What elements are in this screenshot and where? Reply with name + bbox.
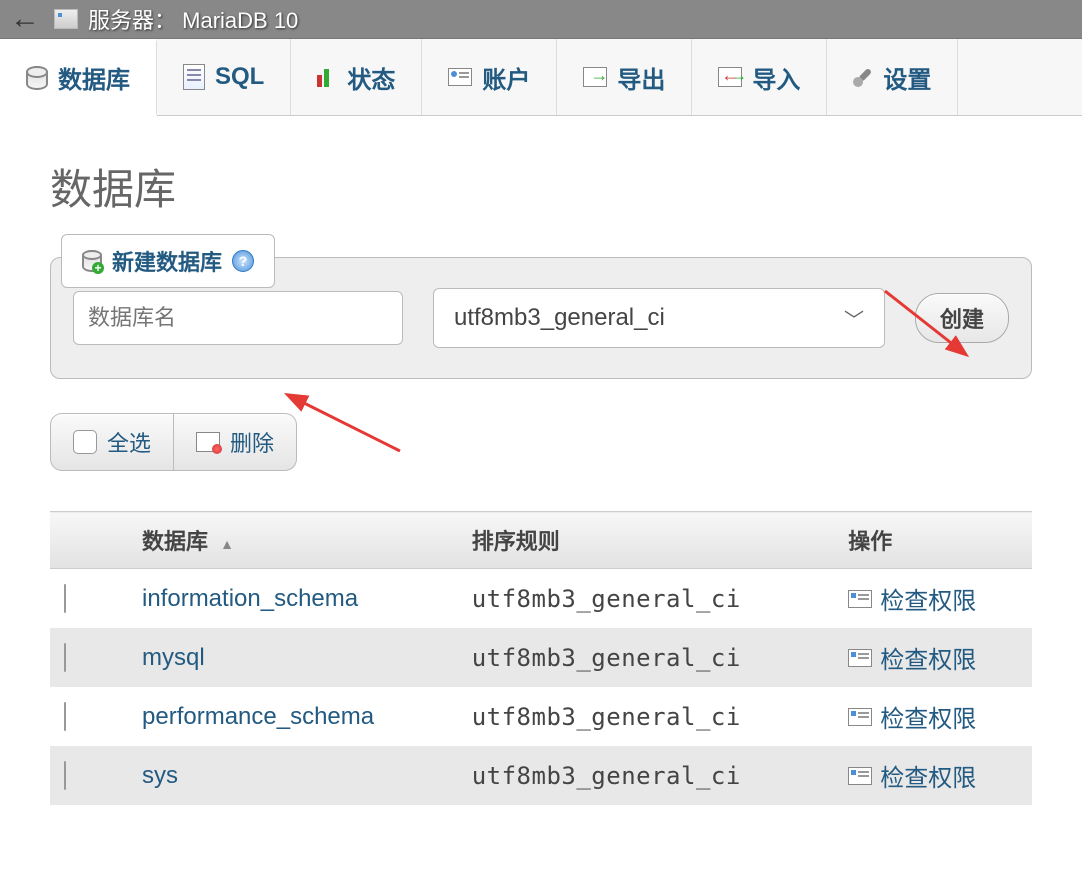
- delete-action[interactable]: 删除: [173, 414, 296, 470]
- tab-label: 数据库: [58, 60, 130, 95]
- batch-actions: 全选 删除: [50, 413, 297, 471]
- import-icon: [718, 67, 742, 87]
- server-bar: ← 服务器： MariaDB 10: [0, 0, 1082, 39]
- tab-label: 状态: [347, 60, 395, 95]
- tab-export[interactable]: 导出: [557, 39, 692, 115]
- table-row: sys utf8mb3_general_ci 检查权限: [50, 746, 1032, 805]
- priv-label: 检查权限: [880, 640, 976, 675]
- th-checkbox: [50, 512, 128, 569]
- th-database-label: 数据库: [142, 529, 208, 554]
- db-link[interactable]: information_schema: [142, 585, 358, 612]
- server-icon: [54, 9, 78, 29]
- delete-label: 删除: [230, 426, 274, 458]
- row-checkbox[interactable]: [64, 643, 66, 672]
- db-link[interactable]: performance_schema: [142, 703, 374, 730]
- tab-bar: 数据库 SQL 状态 账户 导出 导入 设置: [0, 39, 1082, 116]
- delete-icon: [196, 432, 220, 452]
- page-title: 数据库: [50, 156, 1032, 217]
- select-all-action[interactable]: 全选: [51, 414, 173, 470]
- server-label-prefix: 服务器：: [88, 8, 176, 33]
- sql-icon: [183, 64, 205, 90]
- tab-accounts[interactable]: 账户: [422, 39, 557, 115]
- back-button[interactable]: ←: [6, 2, 44, 36]
- collation-value: utf8mb3_general_ci: [454, 304, 665, 332]
- sort-asc-icon: ▲: [220, 536, 234, 552]
- tab-sql[interactable]: SQL: [157, 39, 291, 115]
- check-privileges-link[interactable]: 检查权限: [848, 699, 1018, 734]
- privileges-icon: [848, 649, 872, 667]
- help-icon[interactable]: [232, 250, 254, 272]
- create-db-fieldset: + 新建数据库 utf8mb3_general_ci ﹀ 创建: [50, 257, 1032, 379]
- table-row: performance_schema utf8mb3_general_ci 检查…: [50, 687, 1032, 746]
- tab-label: 账户: [482, 60, 530, 95]
- priv-label: 检查权限: [880, 758, 976, 793]
- tab-label: SQL: [215, 63, 264, 91]
- db-link[interactable]: mysql: [142, 644, 205, 671]
- select-all-label: 全选: [107, 426, 151, 458]
- status-icon: [317, 67, 337, 87]
- server-name: MariaDB 10: [182, 8, 298, 33]
- privileges-icon: [848, 767, 872, 785]
- tab-settings[interactable]: 设置: [827, 39, 958, 115]
- th-collation[interactable]: 排序规则: [458, 512, 835, 569]
- collation-select[interactable]: utf8mb3_general_ci ﹀: [433, 288, 885, 348]
- tab-status[interactable]: 状态: [291, 39, 422, 115]
- table-row: information_schema utf8mb3_general_ci 检查…: [50, 569, 1032, 629]
- check-privileges-link[interactable]: 检查权限: [848, 758, 1018, 793]
- tab-import[interactable]: 导入: [692, 39, 827, 115]
- db-table: 数据库 ▲ 排序规则 操作 information_schema utf8mb3…: [50, 511, 1032, 805]
- server-label: 服务器： MariaDB 10: [88, 3, 298, 35]
- chevron-down-icon: ﹀: [844, 304, 864, 333]
- export-icon: [583, 67, 607, 87]
- row-checkbox[interactable]: [64, 761, 66, 790]
- tab-databases[interactable]: 数据库: [0, 39, 157, 116]
- dbname-input[interactable]: [73, 291, 403, 345]
- th-ops: 操作: [834, 512, 1032, 569]
- accounts-icon: [448, 68, 472, 86]
- create-button[interactable]: 创建: [915, 293, 1009, 343]
- privileges-icon: [848, 590, 872, 608]
- db-add-icon: +: [82, 250, 102, 272]
- tab-label: 设置: [883, 60, 931, 95]
- create-db-legend-text: 新建数据库: [112, 245, 222, 277]
- check-privileges-link[interactable]: 检查权限: [848, 581, 1018, 616]
- row-checkbox[interactable]: [64, 702, 66, 731]
- content: 数据库 + 新建数据库 utf8mb3_general_ci ﹀ 创建 全选 删…: [0, 116, 1082, 835]
- row-checkbox[interactable]: [64, 584, 66, 613]
- create-db-legend: + 新建数据库: [61, 234, 275, 288]
- tab-label: 导出: [617, 60, 665, 95]
- priv-label: 检查权限: [880, 581, 976, 616]
- privileges-icon: [848, 708, 872, 726]
- tab-label: 导入: [752, 60, 800, 95]
- db-collation: utf8mb3_general_ci: [458, 746, 835, 805]
- check-privileges-link[interactable]: 检查权限: [848, 640, 1018, 675]
- th-database[interactable]: 数据库 ▲: [128, 512, 458, 569]
- table-row: mysql utf8mb3_general_ci 检查权限: [50, 628, 1032, 687]
- settings-icon: [849, 63, 877, 91]
- db-collation: utf8mb3_general_ci: [458, 628, 835, 687]
- annotation-arrow: [290, 396, 410, 462]
- db-collation: utf8mb3_general_ci: [458, 687, 835, 746]
- priv-label: 检查权限: [880, 699, 976, 734]
- db-link[interactable]: sys: [142, 762, 178, 789]
- select-all-checkbox[interactable]: [73, 430, 97, 454]
- db-collation: utf8mb3_general_ci: [458, 569, 835, 629]
- db-icon: [26, 66, 48, 90]
